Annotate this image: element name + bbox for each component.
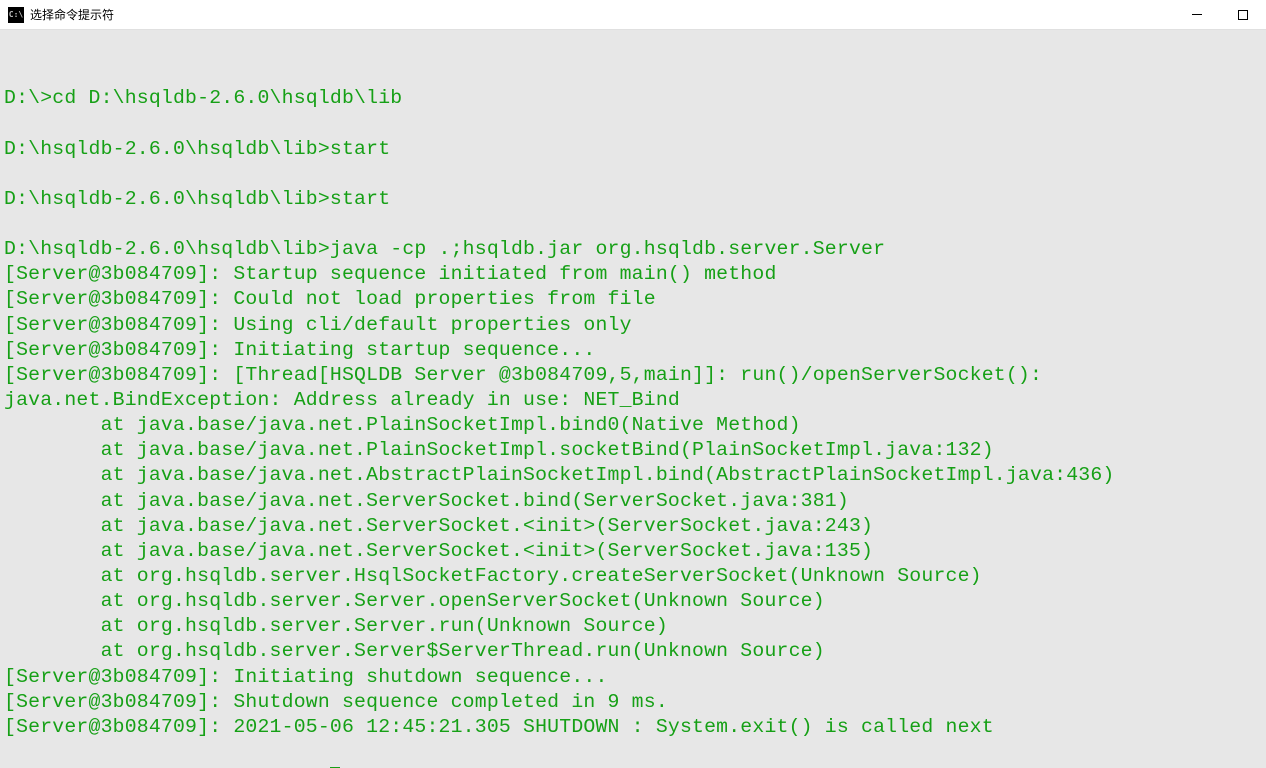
terminal-line: [Server@3b084709]: Startup sequence init…: [4, 262, 1262, 287]
maximize-icon: [1238, 10, 1248, 20]
cmd-icon: C:\: [8, 7, 24, 23]
window-controls: [1174, 0, 1266, 29]
terminal-line: [4, 212, 1262, 237]
terminal-line: [Server@3b084709]: Shutdown sequence com…: [4, 690, 1262, 715]
minimize-icon: [1192, 14, 1202, 15]
terminal-line: [Server@3b084709]: Using cli/default pro…: [4, 313, 1262, 338]
terminal-output[interactable]: D:\>cd D:\hsqldb-2.6.0\hsqldb\lib D:\hsq…: [0, 30, 1266, 768]
terminal-line: [4, 162, 1262, 187]
terminal-line: D:\hsqldb-2.6.0\hsqldb\lib>java -cp .;hs…: [4, 237, 1262, 262]
terminal-line: [Server@3b084709]: Initiating shutdown s…: [4, 665, 1262, 690]
terminal-line: D:\hsqldb-2.6.0\hsqldb\lib>start: [4, 137, 1262, 162]
minimize-button[interactable]: [1174, 0, 1220, 29]
terminal-line: at org.hsqldb.server.Server.openServerSo…: [4, 589, 1262, 614]
terminal-line: at org.hsqldb.server.HsqlSocketFactory.c…: [4, 564, 1262, 589]
terminal-line: at org.hsqldb.server.Server.run(Unknown …: [4, 614, 1262, 639]
terminal-line: at java.base/java.net.PlainSocketImpl.so…: [4, 438, 1262, 463]
terminal-line: D:\>cd D:\hsqldb-2.6.0\hsqldb\lib: [4, 86, 1262, 111]
terminal-line: at java.base/java.net.ServerSocket.<init…: [4, 514, 1262, 539]
terminal-line: at java.base/java.net.ServerSocket.<init…: [4, 539, 1262, 564]
terminal-line: at java.base/java.net.PlainSocketImpl.bi…: [4, 413, 1262, 438]
terminal-line: at org.hsqldb.server.Server$ServerThread…: [4, 639, 1262, 664]
terminal-line: java.net.BindException: Address already …: [4, 388, 1262, 413]
maximize-button[interactable]: [1220, 0, 1266, 29]
terminal-line: [Server@3b084709]: Could not load proper…: [4, 287, 1262, 312]
window-title: 选择命令提示符: [30, 6, 1174, 23]
terminal-line: [4, 111, 1262, 136]
terminal-line: [Server@3b084709]: 2021-05-06 12:45:21.3…: [4, 715, 1262, 740]
terminal-line: at java.base/java.net.AbstractPlainSocke…: [4, 463, 1262, 488]
window-titlebar: C:\ 选择命令提示符: [0, 0, 1266, 30]
terminal-line: [4, 740, 1262, 765]
terminal-line: at java.base/java.net.ServerSocket.bind(…: [4, 489, 1262, 514]
terminal-line: [Server@3b084709]: [Thread[HSQLDB Server…: [4, 363, 1262, 388]
terminal-line: D:\hsqldb-2.6.0\hsqldb\lib>start: [4, 187, 1262, 212]
terminal-line: [Server@3b084709]: Initiating startup se…: [4, 338, 1262, 363]
